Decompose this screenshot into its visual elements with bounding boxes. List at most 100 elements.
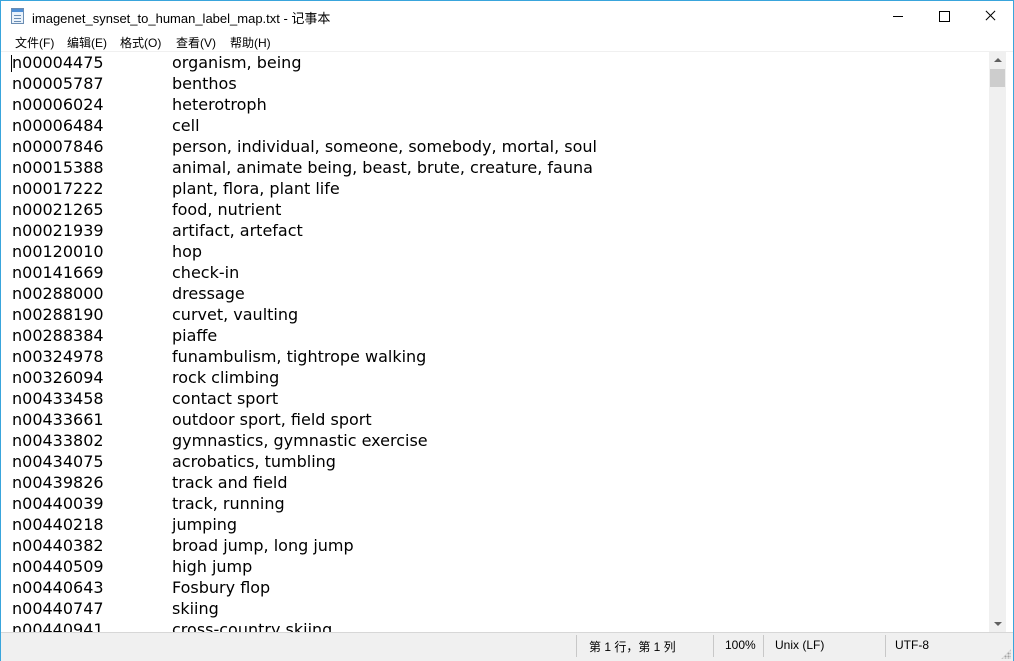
text-line: n00433458 contact sport: [1, 388, 989, 409]
human-label: gymnastics, gymnastic exercise: [172, 431, 428, 450]
synset-id: n00007846: [12, 137, 104, 156]
status-divider: [763, 635, 764, 657]
synset-id: n00021265: [12, 200, 104, 219]
text-line: n00440039 track, running: [1, 493, 989, 514]
status-divider: [885, 635, 886, 657]
synset-id: n00324978: [12, 347, 104, 366]
text-line: n00021939 artifact, artefact: [1, 220, 989, 241]
human-label: funambulism, tightrope walking: [172, 347, 427, 366]
synset-id: n00288190: [12, 305, 104, 324]
menu-help[interactable]: 帮助(H): [230, 34, 271, 51]
status-bar: 第 1 行，第 1 列 100% Unix (LF) UTF-8: [1, 632, 1013, 661]
human-label: outdoor sport, field sport: [172, 410, 372, 429]
text-line: n00017222 plant, flora, plant life: [1, 178, 989, 199]
status-zoom: 100%: [725, 638, 756, 652]
text-line: n00004475 organism, being: [1, 52, 989, 73]
text-line: n00440509 high jump: [1, 556, 989, 577]
text-line: n00440218 jumping: [1, 514, 989, 535]
human-label: jumping: [172, 515, 238, 534]
human-label: cell: [172, 116, 200, 135]
resize-grip-icon[interactable]: [1001, 649, 1011, 659]
synset-id: n00006484: [12, 116, 104, 135]
human-label: hop: [172, 242, 203, 261]
text-line: n00288000 dressage: [1, 283, 989, 304]
human-label: plant, flora, plant life: [172, 179, 340, 198]
synset-id: n00141669: [12, 263, 104, 282]
menu-file[interactable]: 文件(F): [15, 34, 54, 51]
close-button[interactable]: [967, 1, 1013, 31]
vertical-scrollbar[interactable]: [989, 52, 1006, 632]
synset-id: n00433661: [12, 410, 104, 429]
synset-id: n00440509: [12, 557, 104, 576]
status-encoding: UTF-8: [895, 638, 929, 652]
text-line: n00006024 heterotroph: [1, 94, 989, 115]
notepad-window: imagenet_synset_to_human_label_map.txt -…: [0, 0, 1014, 661]
minimize-button[interactable]: [875, 1, 921, 31]
synset-id: n00440747: [12, 599, 104, 618]
text-line: n00324978 funambulism, tightrope walking: [1, 346, 989, 367]
menu-format[interactable]: 格式(O): [120, 34, 161, 51]
scroll-up-arrow-icon[interactable]: [989, 52, 1006, 69]
human-label: rock climbing: [172, 368, 280, 387]
synset-id: n00326094: [12, 368, 104, 387]
status-cursor-position: 第 1 行，第 1 列: [589, 640, 676, 654]
human-label: organism, being: [172, 53, 302, 72]
synset-id: n00017222: [12, 179, 104, 198]
synset-id: n00439826: [12, 473, 104, 492]
menu-bar: 文件(F) 编辑(E) 格式(O) 查看(V) 帮助(H): [1, 31, 1013, 52]
text-line: n00288384 piaffe: [1, 325, 989, 346]
synset-id: n00440218: [12, 515, 104, 534]
synset-id: n00440941: [12, 620, 104, 632]
human-label: track and field: [172, 473, 288, 492]
text-line: n00440747 skiing: [1, 598, 989, 619]
text-line: n00120010 hop: [1, 241, 989, 262]
text-line: n00006484 cell: [1, 115, 989, 136]
human-label: food, nutrient: [172, 200, 282, 219]
human-label: artifact, artefact: [172, 221, 303, 240]
synset-id: n00005787: [12, 74, 104, 93]
text-line: n00005787 benthos: [1, 73, 989, 94]
synset-id: n00288000: [12, 284, 104, 303]
human-label: check-in: [172, 263, 240, 282]
synset-id: n00440382: [12, 536, 104, 555]
text-line: n00440382 broad jump, long jump: [1, 535, 989, 556]
text-line: n00021265 food, nutrient: [1, 199, 989, 220]
human-label: benthos: [172, 74, 237, 93]
human-label: acrobatics, tumbling: [172, 452, 336, 471]
synset-id: n00004475: [12, 53, 104, 72]
human-label: cross-country skiing: [172, 620, 333, 632]
human-label: dressage: [172, 284, 245, 303]
synset-id: n00434075: [12, 452, 104, 471]
text-line: n00433802 gymnastics, gymnastic exercise: [1, 430, 989, 451]
notepad-icon[interactable]: [11, 8, 24, 24]
human-label: animal, animate being, beast, brute, cre…: [172, 158, 593, 177]
text-line: n00015388 animal, animate being, beast, b…: [1, 157, 989, 178]
synset-id: n00021939: [12, 221, 104, 240]
scroll-down-arrow-icon[interactable]: [989, 615, 1006, 632]
text-line: n00440941 cross-country skiing: [1, 619, 989, 632]
synset-id: n00433458: [12, 389, 104, 408]
text-line: n00007846 person, individual, someone, so…: [1, 136, 989, 157]
status-divider: [713, 635, 714, 657]
text-line: n00439826 track and field: [1, 472, 989, 493]
text-line: n00433661 outdoor sport, field sport: [1, 409, 989, 430]
status-line-ending: Unix (LF): [775, 638, 825, 652]
title-bar[interactable]: imagenet_synset_to_human_label_map.txt -…: [1, 1, 1013, 31]
scrollbar-thumb[interactable]: [990, 69, 1005, 87]
text-line: n00326094 rock climbing: [1, 367, 989, 388]
human-label: curvet, vaulting: [172, 305, 299, 324]
text-line: n00141669 check-in: [1, 262, 989, 283]
human-label: skiing: [172, 599, 219, 618]
human-label: track, running: [172, 494, 285, 513]
synset-id: n00433802: [12, 431, 104, 450]
text-line: n00440643 Fosbury flop: [1, 577, 989, 598]
human-label: high jump: [172, 557, 253, 576]
menu-view[interactable]: 查看(V): [176, 34, 216, 51]
text-editor[interactable]: n00004475 organism, being n00005787 benthos…: [1, 52, 989, 632]
human-label: Fosbury flop: [172, 578, 271, 597]
menu-edit[interactable]: 编辑(E): [67, 34, 107, 51]
status-divider: [576, 635, 577, 657]
synset-id: n00120010: [12, 242, 104, 261]
maximize-button[interactable]: [921, 1, 967, 31]
human-label: contact sport: [172, 389, 279, 408]
